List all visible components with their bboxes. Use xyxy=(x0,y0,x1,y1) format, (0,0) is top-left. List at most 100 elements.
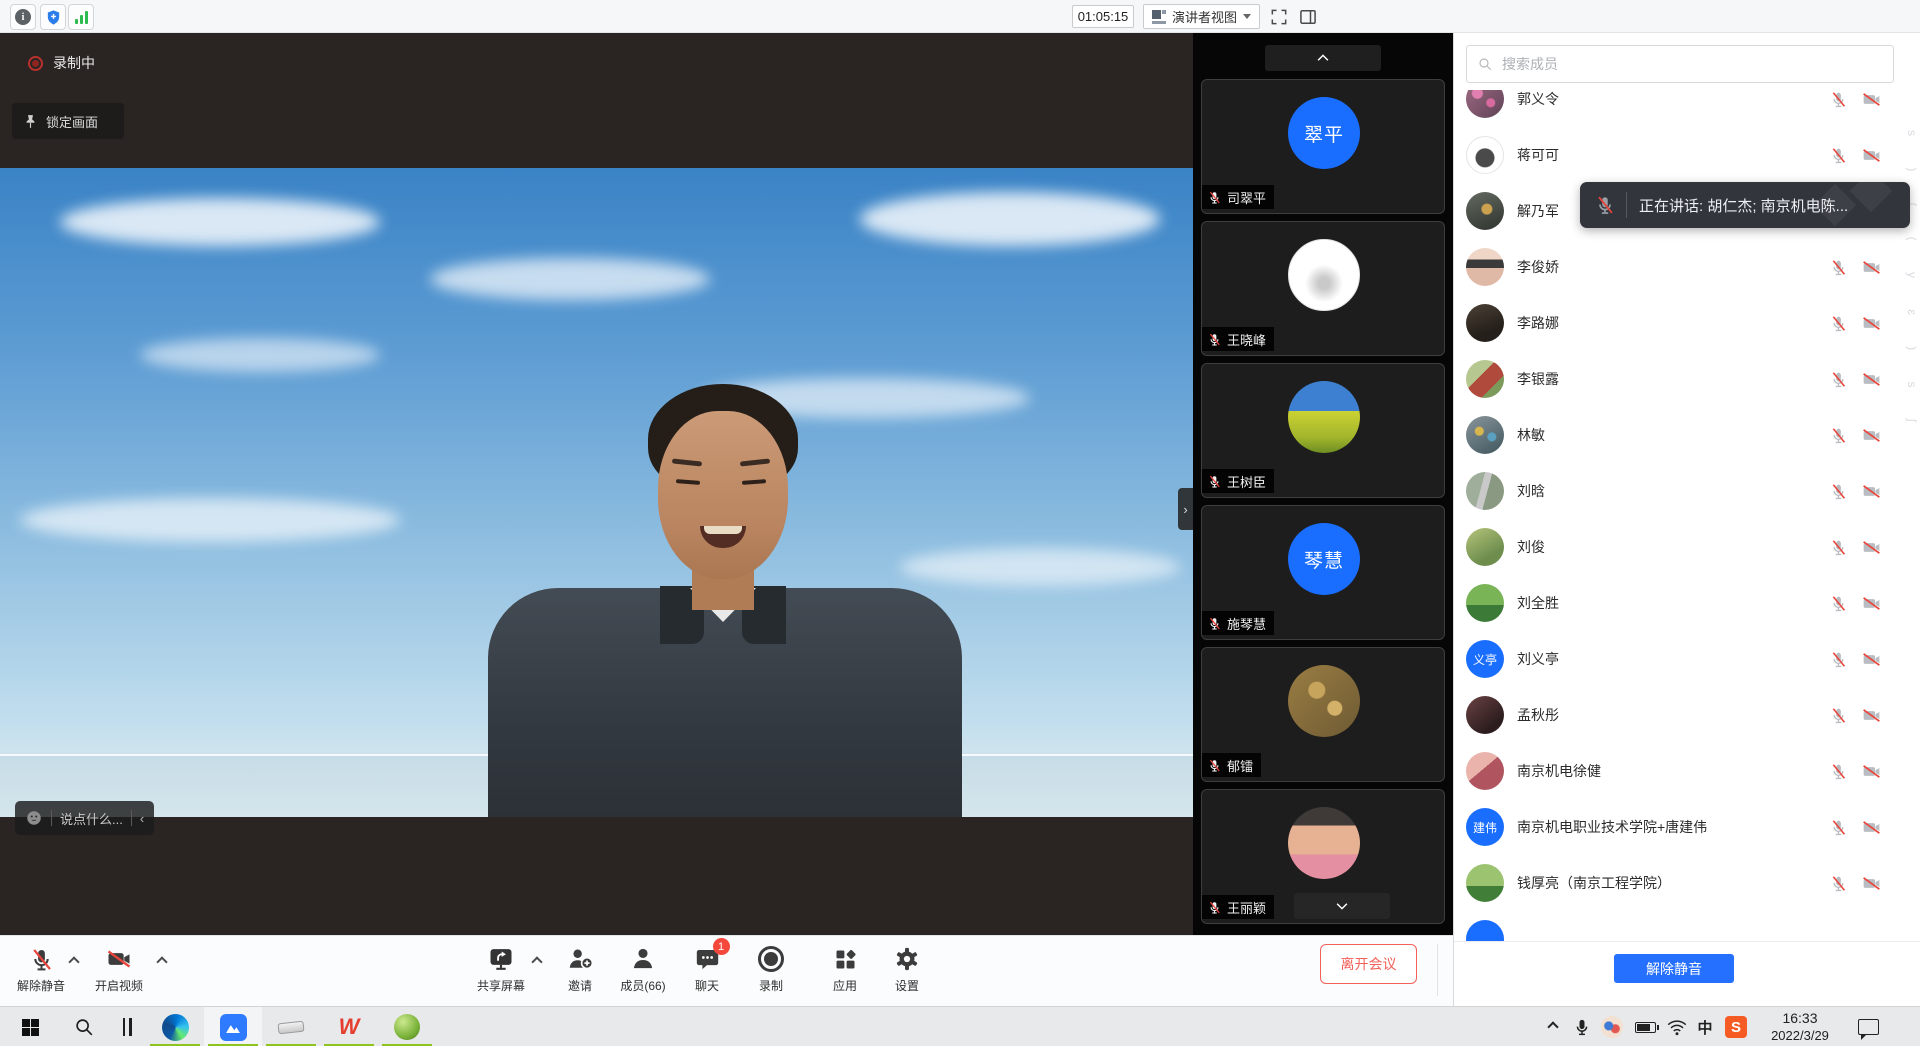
camera-off-icon[interactable] xyxy=(1861,145,1882,166)
camera-off-icon[interactable] xyxy=(1861,481,1882,502)
tray-mic-button[interactable] xyxy=(1568,1007,1596,1046)
camera-off-icon[interactable] xyxy=(1861,593,1882,614)
muted-mic-icon[interactable] xyxy=(1829,482,1848,501)
video-thumbnail[interactable]: 琴慧 施琴慧 xyxy=(1201,505,1445,640)
member-row[interactable]: 李路娜 xyxy=(1454,295,1920,351)
member-name: 钱厚亮（南京工程学院） xyxy=(1517,873,1829,893)
apps-button[interactable]: 应用 xyxy=(810,945,880,994)
member-row[interactable]: 刘全胜 xyxy=(1454,575,1920,631)
panel-unmute-button[interactable]: 解除静音 xyxy=(1614,954,1734,983)
caption-placeholder[interactable]: 说点什么... xyxy=(60,809,123,828)
video-thumbnail[interactable]: 王丽颖 xyxy=(1201,789,1445,924)
taskbar-edge-app[interactable] xyxy=(146,1007,204,1046)
lock-view-button[interactable]: 锁定画面 xyxy=(12,103,124,139)
tray-ime-button[interactable]: 中 xyxy=(1692,1007,1718,1046)
camera-off-icon[interactable] xyxy=(1861,369,1882,390)
settings-button[interactable]: 设置 xyxy=(872,945,942,994)
info-icon: i xyxy=(15,9,31,25)
task-view-button[interactable] xyxy=(110,1007,144,1046)
tray-people-app-button[interactable] xyxy=(1597,1007,1627,1046)
camera-off-icon[interactable] xyxy=(1861,705,1882,726)
start-button[interactable] xyxy=(8,1007,52,1046)
muted-mic-icon[interactable] xyxy=(1829,818,1848,837)
muted-mic-icon[interactable] xyxy=(1829,90,1848,109)
tray-network-button[interactable] xyxy=(1662,1007,1692,1046)
record-button[interactable]: 录制 xyxy=(736,945,806,994)
strip-expand-tab[interactable]: › xyxy=(1178,488,1193,530)
muted-mic-icon[interactable] xyxy=(1829,650,1848,669)
side-panel-toggle-button[interactable] xyxy=(1297,6,1319,28)
camera-off-icon[interactable] xyxy=(1861,90,1882,110)
network-quality-button[interactable] xyxy=(68,4,94,30)
camera-off-icon[interactable] xyxy=(1861,817,1882,838)
camera-off-icon[interactable] xyxy=(1861,425,1882,446)
tray-expand-button[interactable] xyxy=(1538,1007,1568,1046)
security-button[interactable] xyxy=(40,4,66,30)
muted-mic-icon[interactable] xyxy=(1829,146,1848,165)
member-row[interactable]: 南京机电徐健 xyxy=(1454,743,1920,799)
chat-button[interactable]: 1 聊天 xyxy=(672,945,742,994)
members-button[interactable]: 成员(66) xyxy=(608,945,678,994)
start-video-button[interactable]: 开启视频 xyxy=(84,945,154,994)
member-avatar xyxy=(1466,248,1504,286)
member-row[interactable]: 郭义令 xyxy=(1454,90,1920,127)
muted-mic-icon[interactable] xyxy=(1829,762,1848,781)
fullscreen-button[interactable] xyxy=(1268,6,1290,28)
collapse-caption-icon[interactable]: ‹ xyxy=(140,811,144,826)
invite-button[interactable]: 邀请 xyxy=(545,945,615,994)
quick-caption-bar[interactable]: 说点什么... ‹ xyxy=(15,801,154,835)
member-row[interactable]: 林敏 xyxy=(1454,407,1920,463)
member-row[interactable]: 李银露 xyxy=(1454,351,1920,407)
taskbar-clock[interactable]: 16:33 2022/3/29 xyxy=(1755,1007,1845,1046)
member-row[interactable]: 蒋可可 xyxy=(1454,127,1920,183)
camera-off-icon[interactable] xyxy=(1861,257,1882,278)
muted-mic-icon[interactable] xyxy=(1829,314,1848,333)
thumbnail-name-tag: 王树臣 xyxy=(1202,469,1274,493)
muted-mic-icon[interactable] xyxy=(1829,594,1848,613)
search-input[interactable] xyxy=(1500,55,1883,73)
taskbar-green-sphere-app[interactable] xyxy=(378,1007,436,1046)
video-thumbnail[interactable]: 翠平 司翠平 xyxy=(1201,79,1445,214)
member-row[interactable]: 刘俊 xyxy=(1454,519,1920,575)
muted-mic-icon[interactable] xyxy=(1829,706,1848,725)
muted-mic-icon[interactable] xyxy=(1829,426,1848,445)
member-row[interactable]: 李俊娇 xyxy=(1454,239,1920,295)
member-row[interactable]: 孟秋彤 xyxy=(1454,687,1920,743)
member-row[interactable] xyxy=(1454,911,1920,942)
video-thumbnail[interactable]: 郁镭 xyxy=(1201,647,1445,782)
video-thumbnail[interactable]: 王晓峰 xyxy=(1201,221,1445,356)
taskbar-meeting-app[interactable] xyxy=(204,1007,262,1046)
tray-sogou-button[interactable]: S xyxy=(1720,1007,1752,1046)
camera-off-icon[interactable] xyxy=(1861,873,1882,894)
member-name: 蒋可可 xyxy=(1517,145,1829,165)
member-search-box[interactable] xyxy=(1466,45,1894,83)
muted-mic-icon[interactable] xyxy=(1829,538,1848,557)
meeting-info-button[interactable]: i xyxy=(10,4,36,30)
tray-battery-button[interactable] xyxy=(1629,1007,1661,1046)
member-row[interactable]: 义亭 刘义亭 xyxy=(1454,631,1920,687)
video-options-chevron[interactable] xyxy=(156,956,167,967)
camera-off-icon[interactable] xyxy=(1861,313,1882,334)
share-screen-button[interactable]: 共享屏幕 xyxy=(466,945,536,994)
smiley-icon[interactable] xyxy=(25,809,43,827)
unmute-button[interactable]: 解除静音 xyxy=(6,945,76,994)
taskbar-wps-app[interactable]: W xyxy=(320,1007,378,1046)
thumbnails-scroll-down-button[interactable] xyxy=(1294,893,1390,919)
member-row[interactable]: 建伟 南京机电职业技术学院+唐建伟 xyxy=(1454,799,1920,855)
muted-mic-icon[interactable] xyxy=(1829,874,1848,893)
camera-off-icon[interactable] xyxy=(1861,761,1882,782)
member-row[interactable]: 钱厚亮（南京工程学院） xyxy=(1454,855,1920,911)
muted-mic-icon[interactable] xyxy=(1829,258,1848,277)
camera-off-icon[interactable] xyxy=(1861,649,1882,670)
video-thumbnail[interactable]: 王树臣 xyxy=(1201,363,1445,498)
taskbar-search-button[interactable] xyxy=(62,1007,106,1046)
camera-off-icon[interactable] xyxy=(1861,537,1882,558)
member-row[interactable]: 刘晗 xyxy=(1454,463,1920,519)
taskbar-device-app[interactable] xyxy=(262,1007,320,1046)
leave-meeting-button[interactable]: 离开会议 xyxy=(1320,944,1417,984)
view-mode-select[interactable]: 演讲者视图 xyxy=(1143,4,1260,29)
action-center-button[interactable] xyxy=(1848,1007,1888,1046)
muted-mic-icon[interactable] xyxy=(1829,370,1848,389)
thumbnails-scroll-up-button[interactable] xyxy=(1265,45,1381,71)
thumbnail-name: 司翠平 xyxy=(1227,188,1266,207)
